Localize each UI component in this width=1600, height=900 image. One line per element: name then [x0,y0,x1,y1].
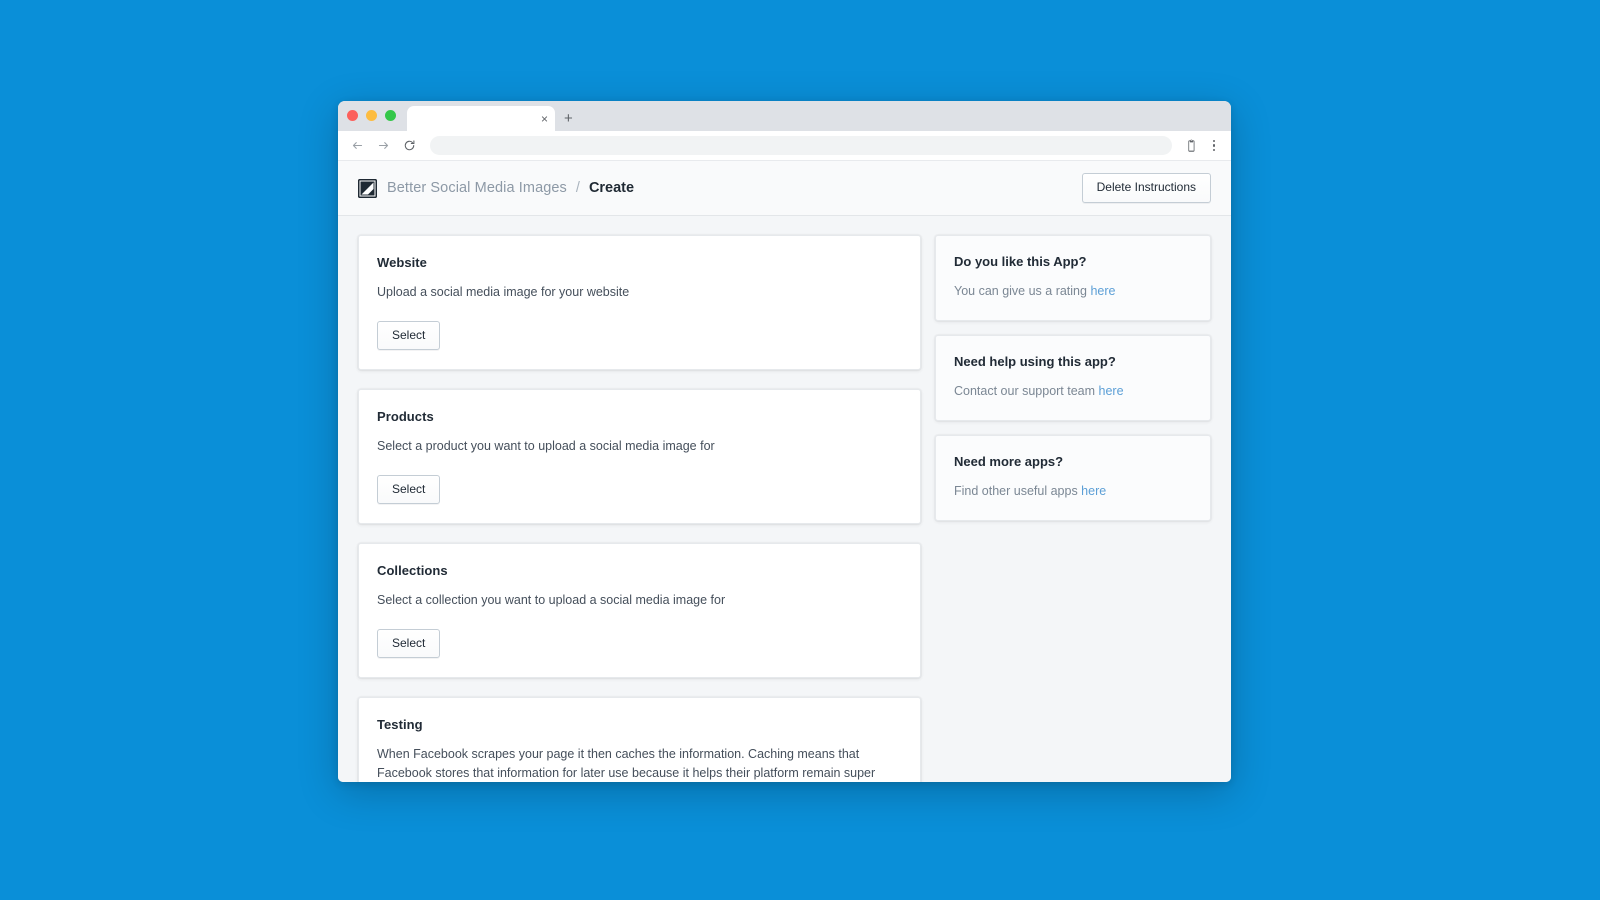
close-tab-icon[interactable]: × [541,113,548,125]
sidebar-column: Do you like this App? You can give us a … [935,235,1211,535]
collections-card: Collections Select a collection you want… [358,542,921,678]
delete-instructions-button[interactable]: Delete Instructions [1081,173,1211,203]
website-select-button[interactable]: Select [377,320,441,350]
support-card-link[interactable]: here [1099,384,1124,398]
broken-image-icon [358,178,377,198]
more-apps-card-title: Need more apps? [954,454,1064,470]
rating-card: Do you like this App? You can give us a … [935,235,1211,322]
main-column: Website Upload a social media image for … [358,235,921,782]
minimize-window-button[interactable] [366,109,377,121]
website-card-description: Upload a social media image for your web… [377,285,630,299]
rating-card-link[interactable]: here [1090,284,1115,298]
maximize-window-button[interactable] [385,109,396,121]
collections-card-description: Select a collection you want to upload a… [377,592,726,607]
arrow-left-icon[interactable] [346,135,368,157]
reload-icon[interactable] [398,135,420,157]
more-apps-card-text: Find other useful apps here [954,482,1192,500]
browser-tab[interactable]: × [407,106,555,131]
testing-card-title: Testing [377,716,423,732]
products-card-description: Select a product you want to upload a so… [377,438,715,453]
close-window-button[interactable] [347,109,358,121]
support-card-text: Contact our support team here [954,382,1192,400]
rating-card-title: Do you like this App? [954,254,1087,269]
products-card-title: Products [377,408,434,424]
collections-select-button[interactable]: Select [377,628,441,658]
page-title: Create [588,180,635,196]
clipboard-extension-icon[interactable] [1181,136,1201,156]
app-brand-name: Better Social Media Images [387,180,567,196]
more-apps-card: Need more apps? Find other useful apps h… [935,435,1211,522]
website-card-title: Website [377,255,427,270]
browser-toolbar [338,131,1231,161]
app-header: Better Social Media Images / Create Dele… [338,161,1231,216]
website-card: Website Upload a social media image for … [358,235,921,370]
address-bar[interactable] [430,136,1172,155]
rating-card-text-label: You can give us a rating [954,284,1091,298]
window-traffic-lights [347,101,396,131]
support-card-text-label: Contact our support team [954,384,1099,399]
more-apps-card-link[interactable]: here [1081,484,1106,498]
three-dot-menu-icon[interactable] [1205,136,1223,156]
collections-card-title: Collections [377,562,448,578]
testing-card: Testing When Facebook scrapes your page … [358,696,921,782]
browser-tab-strip: × + [338,101,1231,131]
browser-window: × + Better Social Media Images / Create … [338,101,1231,782]
new-tab-button[interactable]: + [564,111,573,126]
arrow-right-icon[interactable] [372,135,394,157]
more-apps-card-text-label: Find other useful apps [954,484,1082,499]
testing-paragraph-1: When Facebook scrapes your page it then … [377,746,876,781]
support-card: Need help using this app? Contact our su… [935,335,1211,422]
rating-card-text: You can give us a rating here [954,282,1192,300]
breadcrumb-separator: / [575,180,580,196]
page-content: Website Upload a social media image for … [338,216,1231,782]
support-card-title: Need help using this app? [954,354,1116,370]
products-select-button[interactable]: Select [377,474,441,504]
page-viewport: Better Social Media Images / Create Dele… [338,161,1231,782]
products-card: Products Select a product you want to up… [358,388,921,524]
